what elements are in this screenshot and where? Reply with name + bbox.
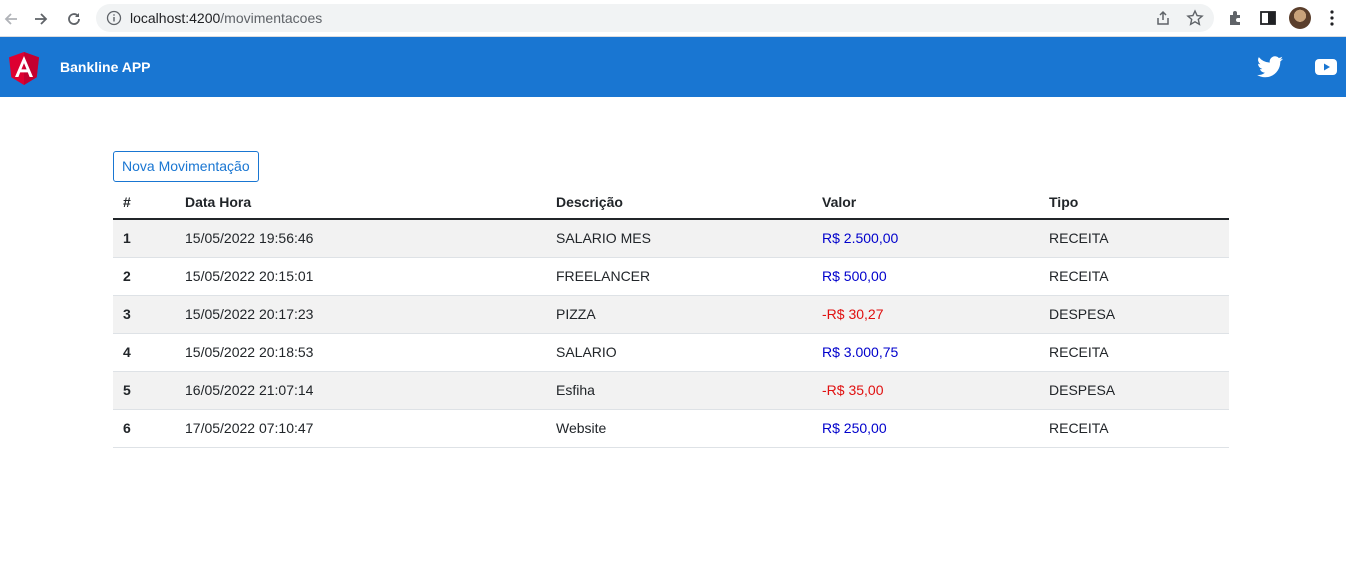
header-description: Descrição [546,185,812,220]
back-arrow-icon[interactable] [0,8,22,30]
row-index: 6 [113,409,175,448]
new-movement-button[interactable]: Nova Movimentação [113,151,259,182]
row-index: 5 [113,371,175,410]
main-content: Nova Movimentação # Data Hora Descrição … [0,97,1346,578]
reload-icon[interactable] [63,8,85,30]
row-index: 4 [113,333,175,372]
extensions-puzzle-icon[interactable] [1226,8,1246,28]
twitter-icon[interactable] [1257,56,1283,78]
row-type: RECEITA [1039,219,1229,258]
row-datetime: 17/05/2022 07:10:47 [175,409,546,448]
row-type: DESPESA [1039,371,1229,410]
row-value: R$ 2.500,00 [812,219,1039,258]
row-type: RECEITA [1039,333,1229,372]
row-value: R$ 500,00 [812,257,1039,296]
address-bar[interactable]: localhost:4200/movimentacoes [96,4,1214,32]
header-index: # [113,185,175,220]
row-description: PIZZA [546,295,812,334]
share-icon[interactable] [1154,9,1172,27]
row-description: SALARIO [546,333,812,372]
row-type: RECEITA [1039,257,1229,296]
url-host: localhost:4200 [130,10,221,26]
header-value: Valor [812,185,1039,220]
browser-toolbar: localhost:4200/movimentacoes [0,0,1346,37]
row-description: Website [546,409,812,448]
header-type: Tipo [1039,185,1229,220]
table-row: 4 15/05/2022 20:18:53 SALARIO R$ 3.000,7… [113,333,1229,372]
row-datetime: 16/05/2022 21:07:14 [175,371,546,410]
movements-table: # Data Hora Descrição Valor Tipo 1 15/05… [113,185,1229,448]
url-text: localhost:4200/movimentacoes [130,10,322,26]
side-panel-icon[interactable] [1258,8,1278,28]
app-title: Bankline APP [60,59,151,75]
row-datetime: 15/05/2022 20:17:23 [175,295,546,334]
table-row: 5 16/05/2022 21:07:14 Esfiha -R$ 35,00 D… [113,371,1229,410]
row-description: Esfiha [546,371,812,410]
header-datetime: Data Hora [175,185,546,220]
row-value: R$ 3.000,75 [812,333,1039,372]
info-icon[interactable] [106,10,122,26]
row-index: 2 [113,257,175,296]
row-description: FREELANCER [546,257,812,296]
app-navbar: Bankline APP [0,37,1346,97]
url-path: /movimentacoes [220,10,323,26]
table-row: 3 15/05/2022 20:17:23 PIZZA -R$ 30,27 DE… [113,295,1229,334]
table-row: 6 17/05/2022 07:10:47 Website R$ 250,00 … [113,409,1229,448]
row-datetime: 15/05/2022 19:56:46 [175,219,546,258]
forward-arrow-icon[interactable] [30,8,52,30]
row-datetime: 15/05/2022 20:18:53 [175,333,546,372]
row-value: -R$ 30,27 [812,295,1039,334]
row-index: 1 [113,219,175,258]
row-description: SALARIO MES [546,219,812,258]
row-index: 3 [113,295,175,334]
angular-logo-icon [9,52,39,85]
row-datetime: 15/05/2022 20:15:01 [175,257,546,296]
table-header-row: # Data Hora Descrição Valor Tipo [113,185,1229,220]
star-icon[interactable] [1186,9,1204,27]
table-row: 2 15/05/2022 20:15:01 FREELANCER R$ 500,… [113,257,1229,296]
row-value: R$ 250,00 [812,409,1039,448]
row-type: RECEITA [1039,409,1229,448]
row-value: -R$ 35,00 [812,371,1039,410]
table-row: 1 15/05/2022 19:56:46 SALARIO MES R$ 2.5… [113,219,1229,258]
more-options-icon[interactable] [1322,8,1342,28]
profile-avatar[interactable] [1289,7,1311,29]
row-type: DESPESA [1039,295,1229,334]
youtube-icon[interactable] [1315,58,1337,76]
